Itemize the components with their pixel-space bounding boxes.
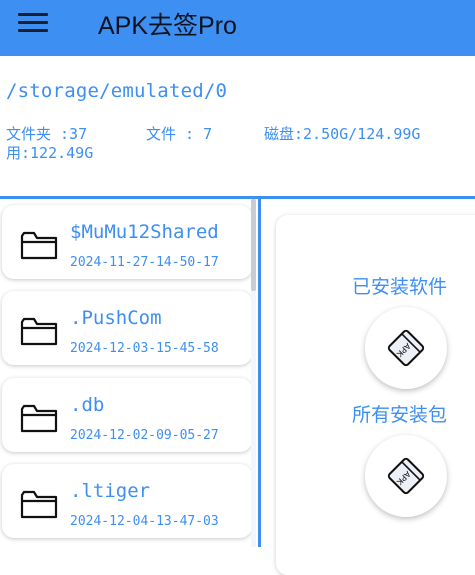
current-path: /storage/emulated/0 [6,80,228,102]
vertical-divider [258,199,261,547]
list-item-folder[interactable]: .db 2024-12-02-09-05-27 [2,378,252,452]
app-bar: APK去签Pro [0,0,475,56]
apk-icon: APK [387,457,425,495]
file-name: $MuMu12Shared [70,221,219,243]
file-list: $MuMu12Shared 2024-11-27-14-50-17 .PushC… [0,199,258,547]
disk-used: 用:122.49G [6,144,94,162]
scrollbar-thumb[interactable] [251,199,256,291]
menu-line [18,13,48,16]
menu-line [18,21,48,24]
file-name: .ltiger [70,480,151,502]
apk-icon: APK [387,329,425,367]
installed-apps-button[interactable]: APK [365,307,447,389]
file-name: .db [70,394,105,416]
folder-icon [20,404,58,433]
all-packages-label[interactable]: 所有安装包 [352,400,447,427]
folder-count: 文件夹 :37 [6,125,88,143]
file-date: 2024-12-02-09-05-27 [70,428,219,443]
file-date: 2024-12-04-13-47-03 [70,514,219,529]
folder-icon [20,317,58,346]
file-name: .PushCom [70,307,162,329]
hamburger-menu-icon[interactable] [18,10,52,36]
file-count: 文件 : 7 [146,125,213,143]
menu-line [18,29,48,32]
app-title: APK去签Pro [98,12,237,40]
disk-usage: 磁盘:2.50G/124.99G [264,125,421,143]
list-item-folder[interactable]: $MuMu12Shared 2024-11-27-14-50-17 [2,205,252,279]
all-packages-button[interactable]: APK [365,435,447,517]
installed-apps-label[interactable]: 已安装软件 [352,272,447,299]
list-item-folder[interactable]: .PushCom 2024-12-03-15-45-58 [2,291,252,365]
file-date: 2024-11-27-14-50-17 [70,255,219,270]
folder-icon [20,231,58,260]
folder-icon [20,490,58,519]
actions-panel [276,215,475,575]
file-date: 2024-12-03-15-45-58 [70,341,219,356]
list-item-folder[interactable]: .ltiger 2024-12-04-13-47-03 [2,464,252,538]
